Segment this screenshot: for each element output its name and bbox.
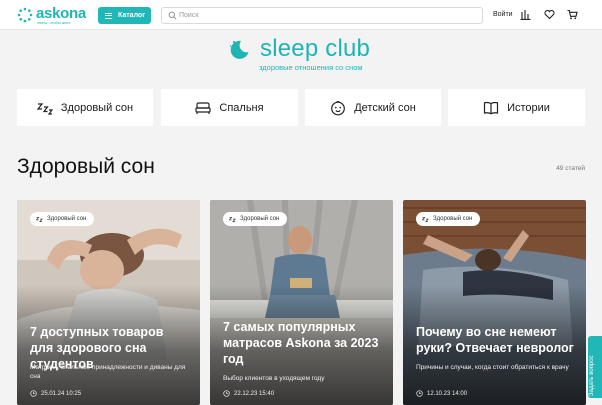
menu-icon: [105, 12, 112, 19]
logo-mark-icon: [17, 7, 33, 23]
search-input[interactable]: [179, 9, 469, 22]
top-header: askona спать, чтобы жить Каталог Войти: [0, 0, 602, 30]
badge-label: Здоровый сон: [433, 216, 473, 222]
book-icon: [483, 101, 499, 114]
category-badge[interactable]: Здоровый сон: [223, 212, 288, 226]
zzz-icon: [36, 102, 53, 115]
article-date-text: 12.10.23 14:00: [427, 390, 468, 397]
brand-title: sleep club: [260, 35, 371, 62]
article-date: 25.01.24 10:25: [30, 390, 81, 397]
category-badge[interactable]: Здоровый сон: [416, 212, 481, 226]
tab-label: Истории: [507, 101, 550, 114]
clock-icon: [223, 390, 230, 397]
article-description: Выбор клиентов в уходящем году: [223, 375, 325, 382]
badge-label: Здоровый сон: [240, 216, 280, 222]
sleep-club-brand[interactable]: sleep club здоровые отношения со сном: [228, 35, 378, 76]
moon-icon: [229, 40, 249, 59]
ask-question-label: Задать вопрос: [589, 355, 595, 396]
badge-label: Здоровый сон: [47, 216, 87, 222]
catalog-button[interactable]: Каталог: [98, 7, 151, 24]
tab-kids-sleep[interactable]: Детский сон: [305, 89, 441, 126]
category-badge[interactable]: Здоровый сон: [30, 212, 95, 226]
askona-logo[interactable]: askona спать, чтобы жить: [17, 5, 87, 26]
logo-slogan: спать, чтобы жить: [37, 20, 71, 25]
tab-label: Спальня: [219, 101, 264, 114]
section-title: Здоровый сон: [17, 155, 155, 178]
bed-icon: [195, 101, 211, 114]
clock-icon: [416, 390, 423, 397]
zzz-icon: [229, 216, 236, 222]
zzz-icon: [36, 216, 43, 222]
child-face-icon: [331, 100, 346, 115]
cart-icon[interactable]: [567, 9, 578, 20]
tab-healthy-sleep[interactable]: Здоровый сон: [17, 89, 153, 126]
article-date-text: 25.01.24 10:25: [41, 390, 82, 397]
article-title[interactable]: 7 самых популярных матрасов Askona за 20…: [223, 319, 383, 367]
article-card[interactable]: Здоровый сон Почему во сне немеют руки? …: [403, 200, 586, 405]
search-icon: [168, 11, 177, 20]
heart-icon[interactable]: [544, 9, 555, 20]
login-link[interactable]: Войти: [493, 11, 513, 18]
article-card[interactable]: Здоровый сон 7 самых популярных матрасов…: [210, 200, 393, 405]
clock-icon: [30, 390, 37, 397]
tab-label: Здоровый сон: [60, 101, 134, 114]
article-card[interactable]: Здоровый сон 7 доступных товаров для здо…: [17, 200, 200, 405]
brand-subtitle: здоровые отношения со сном: [259, 63, 363, 72]
article-description: Причины и случаи, когда стоит обратиться…: [416, 364, 569, 371]
compare-icon[interactable]: [520, 9, 531, 20]
article-description: Матрасы, спальные принадлежности и диван…: [30, 364, 186, 380]
tab-stories[interactable]: Истории: [448, 89, 585, 126]
zzz-icon: [422, 216, 429, 222]
article-title[interactable]: Почему во сне немеют руки? Отвечает невр…: [416, 324, 576, 356]
tab-label: Детский сон: [354, 101, 416, 114]
article-date-text: 22.12.23 15:40: [234, 390, 275, 397]
catalog-button-label: Каталог: [118, 12, 146, 19]
tab-bedroom[interactable]: Спальня: [161, 89, 298, 126]
article-date: 22.12.23 15:40: [223, 390, 274, 397]
search-box: [161, 7, 483, 24]
article-count: 49 статей: [556, 165, 585, 172]
article-date: 12.10.23 14:00: [416, 390, 467, 397]
ask-question-tab[interactable]: Задать вопрос: [588, 336, 602, 398]
